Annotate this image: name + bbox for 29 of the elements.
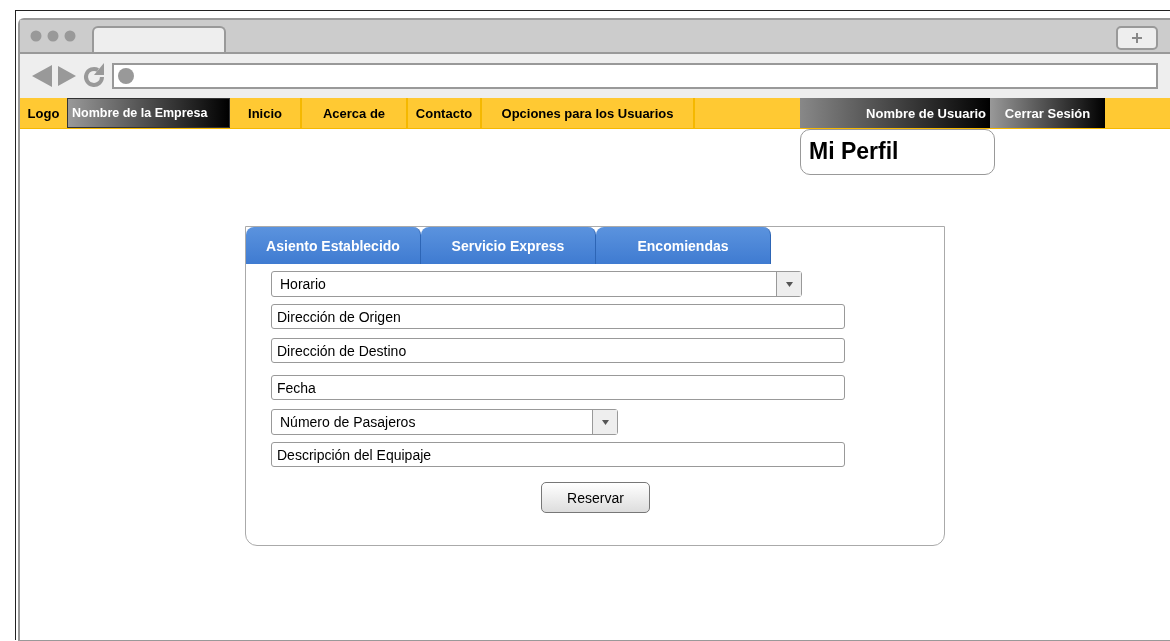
reserve-button[interactable]: Reservar: [541, 482, 650, 513]
nav-link[interactable]: Contacto: [408, 98, 482, 128]
dropdown[interactable]: Número de Pasajeros: [271, 409, 618, 435]
input-field[interactable]: Dirección de Destino: [271, 338, 845, 363]
nav-link[interactable]: Opciones para los Usuarios: [482, 98, 695, 128]
logo[interactable]: Logo: [20, 98, 67, 128]
input-field[interactable]: Dirección de Origen: [271, 304, 845, 329]
window-dots-icon: [30, 30, 76, 42]
nav-link[interactable]: Acerca de: [302, 98, 408, 128]
tab[interactable]: Asiento Establecido: [246, 227, 421, 264]
new-tab-button[interactable]: [1116, 26, 1158, 50]
plus-icon: [1132, 33, 1142, 43]
profile-menu-item[interactable]: Mi Perfil: [800, 129, 995, 175]
address-bar[interactable]: [112, 63, 1158, 89]
caret-icon: [601, 419, 609, 425]
dropdown[interactable]: Horario: [271, 271, 802, 297]
company-name: Nombre de la Empresa: [67, 98, 230, 128]
forward-icon[interactable]: [58, 66, 76, 86]
user-name[interactable]: Nombre de Usuario: [800, 98, 990, 128]
nav-link[interactable]: Inicio: [230, 98, 302, 128]
caret-icon: [785, 281, 793, 287]
browser-tab[interactable]: [92, 26, 226, 52]
tab[interactable]: Encomiendas: [596, 227, 771, 264]
input-field[interactable]: Fecha: [271, 375, 845, 400]
refresh-icon[interactable]: [82, 63, 106, 89]
input-field[interactable]: Descripción del Equipaje: [271, 442, 845, 467]
back-icon[interactable]: [32, 65, 52, 87]
logout-button[interactable]: Cerrar Sesión: [990, 98, 1105, 128]
tab[interactable]: Servicio Express: [421, 227, 596, 264]
